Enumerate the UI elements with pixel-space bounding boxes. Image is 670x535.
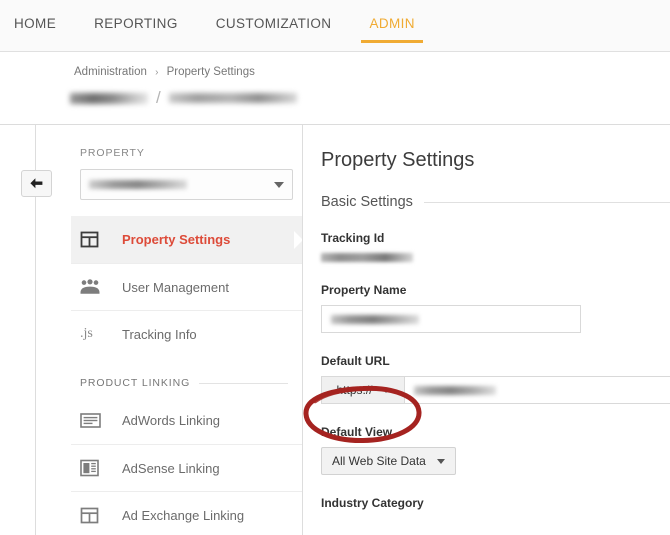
sidebar-item-adwords-linking[interactable]: AdWords Linking <box>71 397 302 444</box>
sidebar-item-tracking-info[interactable]: .js Tracking Info <box>71 310 302 357</box>
sidebar-section-product-linking: PRODUCT LINKING <box>71 357 302 397</box>
sidebar-item-property-settings[interactable]: Property Settings <box>71 216 302 263</box>
sidebar-item-adwords-linking-label: AdWords Linking <box>122 413 221 428</box>
basic-settings-label: Basic Settings <box>321 194 413 210</box>
collapse-rail <box>0 125 71 535</box>
breadcrumb-property-settings[interactable]: Property Settings <box>167 66 255 78</box>
back-button[interactable] <box>21 170 52 197</box>
default-url-input-group: https:// <box>321 376 670 404</box>
basic-settings-divider <box>423 201 670 203</box>
nav-tab-customization[interactable]: CUSTOMIZATION <box>216 16 332 43</box>
property-name-redacted[interactable] <box>168 93 297 103</box>
chevron-down-icon <box>274 181 284 188</box>
sidebar-item-adsense-linking[interactable]: AdSense Linking <box>71 444 302 491</box>
page-title: Property Settings <box>321 149 475 171</box>
sidebar-item-user-management-label: User Management <box>122 279 229 295</box>
property-name-label: Property Name <box>321 283 407 297</box>
sidebar-linking-menu: AdWords Linking AdSense Linking Ad Excha… <box>71 397 302 535</box>
js-icon: .js <box>80 326 93 341</box>
property-settings-panel: Property Settings Basic Settings Trackin… <box>304 125 670 535</box>
sidebar-menu: Property Settings User Management .js Tr… <box>71 216 302 357</box>
default-url-field: Default URL https:// <box>304 354 670 404</box>
tracking-id-value-redacted <box>321 253 413 262</box>
basic-settings-header: Basic Settings <box>304 172 670 210</box>
nav-tab-reporting[interactable]: REPORTING <box>94 16 178 43</box>
property-name-field: Property Name <box>304 283 670 333</box>
breadcrumb-region: Administration › Property Settings / <box>0 52 670 125</box>
sidebar-item-user-management[interactable]: User Management <box>71 263 302 310</box>
default-view-field: Default View All Web Site Data <box>304 425 670 475</box>
sidebar-item-ad-exchange-linking-label: Ad Exchange Linking <box>122 507 245 523</box>
chevron-down-icon <box>381 387 390 393</box>
account-property-selector-row: / <box>70 88 297 108</box>
property-name-value-redacted <box>331 314 419 324</box>
tracking-id-label: Tracking Id <box>321 231 385 245</box>
back-arrow-icon <box>29 177 44 190</box>
breadcrumb-separator-icon: › <box>155 67 159 78</box>
sidebar-section-label: PRODUCT LINKING <box>80 377 191 389</box>
property-selector-value-redacted <box>89 180 187 189</box>
property-name-input[interactable] <box>321 305 581 333</box>
default-view-label: Default View <box>321 425 393 439</box>
industry-category-label: Industry Category <box>321 496 424 510</box>
property-icon <box>80 230 112 249</box>
nav-tab-admin-label: ADMIN <box>369 16 415 31</box>
tracking-id-field: Tracking Id <box>304 231 670 262</box>
adsense-icon <box>80 459 112 477</box>
nav-tab-home-label: HOME <box>14 16 57 31</box>
admin-sidebar: PROPERTY Property Settings User Manageme… <box>71 125 303 535</box>
adwords-icon <box>80 412 112 429</box>
active-item-pointer-icon <box>294 230 302 249</box>
default-view-dropdown[interactable]: All Web Site Data <box>321 447 456 475</box>
url-protocol-value: https:// <box>336 383 373 397</box>
breadcrumb-administration[interactable]: Administration <box>74 66 147 78</box>
sidebar-item-ad-exchange-linking[interactable]: Ad Exchange Linking <box>71 491 302 535</box>
sidebar-item-adsense-linking-label: AdSense Linking <box>122 460 220 476</box>
default-url-value-redacted <box>414 385 496 395</box>
google-analytics-admin-screen: HOME REPORTING CUSTOMIZATION ADMIN Admin… <box>0 0 670 535</box>
sidebar-item-tracking-info-label: Tracking Info <box>122 326 197 342</box>
default-url-label: Default URL <box>321 354 390 368</box>
property-selector-dropdown[interactable] <box>80 169 293 200</box>
adexchange-icon <box>80 506 112 525</box>
default-view-value: All Web Site Data <box>332 454 426 468</box>
breadcrumb: Administration › Property Settings <box>74 66 255 78</box>
sidebar-group-label: PROPERTY <box>80 147 145 159</box>
nav-tab-admin[interactable]: ADMIN <box>361 16 423 43</box>
chevron-down-icon <box>436 458 445 464</box>
url-protocol-dropdown[interactable]: https:// <box>322 377 405 403</box>
default-url-input[interactable] <box>405 377 670 403</box>
people-icon <box>80 279 112 295</box>
sidebar-item-property-settings-label: Property Settings <box>122 232 231 247</box>
top-navigation-bar: HOME REPORTING CUSTOMIZATION ADMIN <box>0 0 670 52</box>
nav-tab-customization-label: CUSTOMIZATION <box>215 16 332 31</box>
industry-category-field: Industry Category <box>304 496 670 510</box>
section-divider <box>199 382 288 384</box>
active-tab-underline <box>361 40 423 43</box>
account-property-separator: / <box>156 88 161 107</box>
account-name-redacted[interactable] <box>70 92 148 104</box>
nav-tab-home[interactable]: HOME <box>14 16 56 43</box>
nav-tab-reporting-label: REPORTING <box>94 16 178 31</box>
